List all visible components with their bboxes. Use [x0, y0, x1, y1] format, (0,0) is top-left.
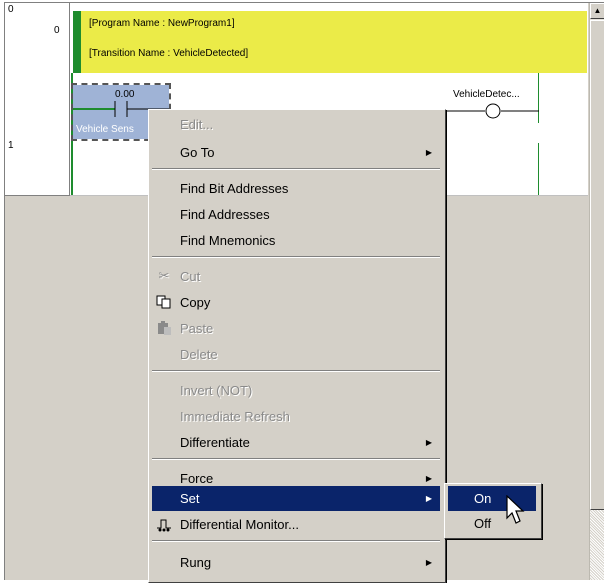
menu-item-delete[interactable]: Delete	[152, 342, 440, 367]
menu-item-label: Invert (NOT)	[180, 383, 253, 398]
menu-item-invert[interactable]: Invert (NOT)	[152, 378, 440, 403]
copy-icon	[156, 294, 172, 310]
set-submenu: On Off	[444, 483, 542, 539]
scroll-thumb[interactable]	[590, 20, 604, 510]
menu-item-find-mnemonics[interactable]: Find Mnemonics	[152, 228, 440, 253]
menu-item-set[interactable]: Set ▶	[152, 486, 440, 511]
menu-item-cut[interactable]: ✂ Cut	[152, 264, 440, 289]
menu-item-label: Immediate Refresh	[180, 409, 290, 424]
scroll-up-arrow-icon[interactable]: ▲	[590, 3, 604, 19]
submenu-arrow-icon: ▶	[425, 494, 432, 503]
menu-item-label: Delete	[180, 347, 218, 362]
vertical-scrollbar[interactable]: ▲	[589, 3, 604, 580]
coil-comment: VehicleDetec...	[453, 89, 520, 100]
program-name-comment: [Program Name : NewProgram1]	[89, 18, 235, 29]
menu-item-edit[interactable]: Edit...	[152, 112, 440, 137]
submenu-arrow-icon: ▶	[425, 558, 432, 567]
rung-comment[interactable]: [Program Name : NewProgram1] [Transition…	[73, 11, 587, 73]
mouse-pointer-icon	[506, 495, 525, 524]
menu-item-label: Cut	[180, 269, 201, 284]
menu-separator	[152, 458, 440, 460]
coil-symbol-icon[interactable]	[445, 101, 541, 123]
differential-monitor-icon	[156, 516, 172, 532]
menu-item-label: Differentiate	[180, 435, 250, 450]
menu-item-differentiate[interactable]: Differentiate ▶	[152, 430, 440, 455]
scissors-icon: ✂	[158, 268, 170, 283]
contact-comment: Vehicle Sens	[76, 124, 134, 135]
menu-separator	[152, 370, 440, 372]
menu-item-label: Differential Monitor...	[180, 517, 299, 532]
menu-item-paste[interactable]: Paste	[152, 316, 440, 341]
rung-number-cell[interactable]: 0 0	[5, 3, 70, 140]
menu-item-label: Find Addresses	[180, 207, 270, 222]
menu-item-immediate-refresh[interactable]: Immediate Refresh	[152, 404, 440, 429]
rung-number: 0	[8, 4, 14, 15]
right-power-rail	[538, 143, 539, 195]
menu-item-label: Edit...	[180, 117, 214, 132]
menu-item-label: Go To	[180, 145, 215, 160]
menu-item-label: Set	[180, 491, 200, 506]
menu-item-rung[interactable]: Rung ▶	[152, 550, 440, 575]
menu-item-label: Copy	[180, 295, 211, 310]
submenu-arrow-icon: ▶	[425, 148, 432, 157]
menu-item-label: Paste	[180, 321, 214, 336]
menu-item-differential-monitor[interactable]: Differential Monitor...	[152, 512, 440, 537]
menu-item-label: Rung	[180, 555, 212, 570]
submenu-item-label: Off	[474, 516, 492, 531]
step-number: 0	[54, 25, 60, 36]
menu-item-copy[interactable]: Copy	[152, 290, 440, 315]
context-menu: Edit... Go To ▶ Find Bit Addresses Find …	[148, 109, 446, 583]
submenu-arrow-icon: ▶	[425, 438, 432, 447]
menu-item-label: Find Mnemonics	[180, 233, 276, 248]
submenu-item-label: On	[474, 491, 492, 506]
scroll-track[interactable]	[590, 510, 604, 580]
menu-separator	[152, 540, 440, 542]
menu-item-label: Find Bit Addresses	[180, 181, 289, 196]
paste-icon	[156, 320, 172, 336]
rung-number-cell[interactable]: 1	[5, 139, 70, 196]
menu-item-find-bit-addresses[interactable]: Find Bit Addresses	[152, 176, 440, 201]
menu-separator	[152, 256, 440, 258]
rung-number: 1	[8, 140, 14, 151]
menu-item-go-to[interactable]: Go To ▶	[152, 140, 440, 165]
menu-item-find-addresses[interactable]: Find Addresses	[152, 202, 440, 227]
menu-separator	[152, 168, 440, 170]
transition-name-comment: [Transition Name : VehicleDetected]	[89, 48, 249, 59]
